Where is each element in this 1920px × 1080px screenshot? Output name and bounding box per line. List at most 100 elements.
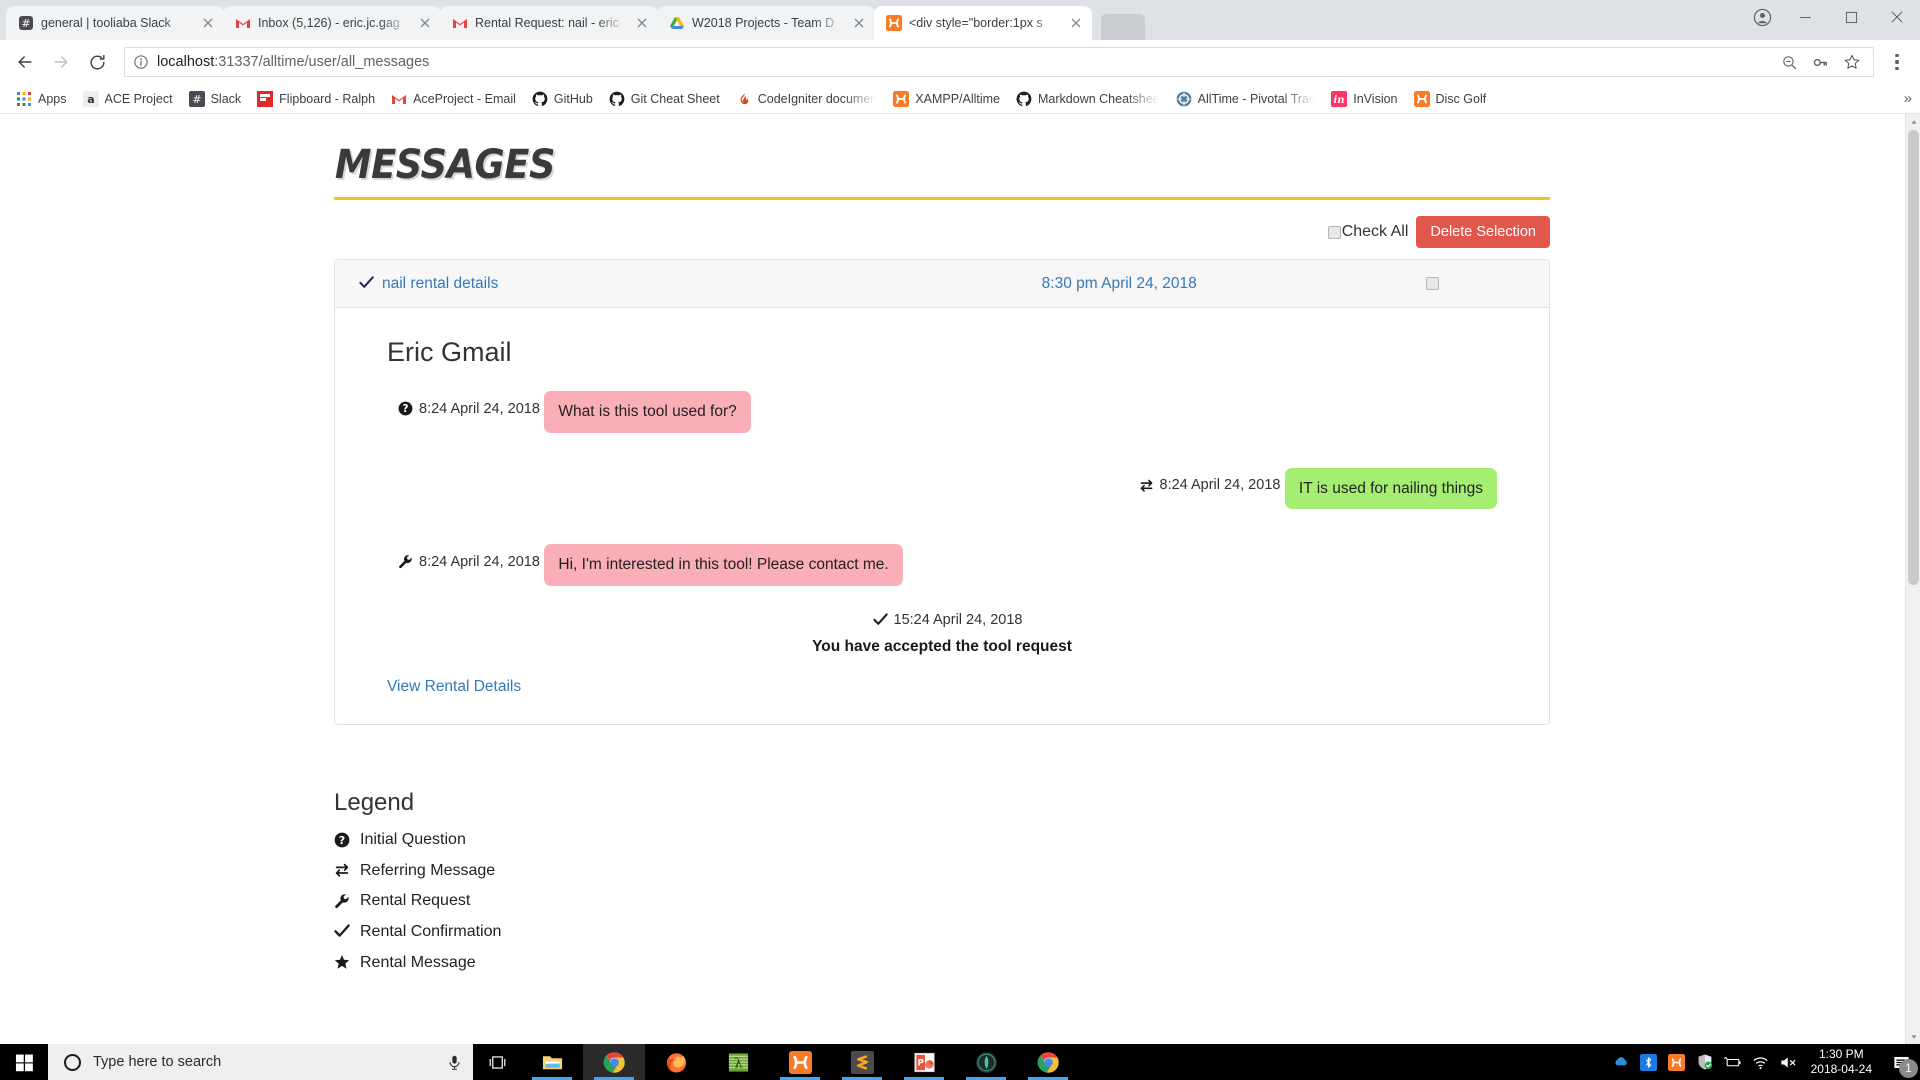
taskbar-powerpoint[interactable]: P bbox=[893, 1044, 955, 1080]
taskbar-file-explorer[interactable] bbox=[521, 1044, 583, 1080]
bookmark-xampp-alltime[interactable]: XAMPP/Alltime bbox=[885, 88, 1008, 110]
exchange-icon bbox=[1139, 478, 1154, 493]
page-scrollbar[interactable] bbox=[1905, 114, 1920, 1044]
legend-section: Legend ? Initial Question Referring Mess… bbox=[334, 787, 1550, 971]
close-icon[interactable] bbox=[417, 15, 433, 31]
xampp-icon[interactable] bbox=[1663, 1044, 1691, 1080]
windows-defender-icon[interactable] bbox=[1691, 1044, 1719, 1080]
battery-icon[interactable] bbox=[1719, 1044, 1747, 1080]
timestamp-text: 8:24 April 24, 2018 bbox=[1159, 477, 1281, 494]
forward-icon[interactable] bbox=[44, 45, 78, 79]
bookmark-alltime-pivotal-tracker[interactable]: AllTime - Pivotal Trac bbox=[1168, 88, 1324, 110]
conversation-subject-link[interactable]: nail rental details bbox=[382, 275, 498, 293]
new-tab-button[interactable] bbox=[1101, 14, 1145, 40]
bookmark-label: GitHub bbox=[553, 91, 593, 106]
bookmark-aceproject-email[interactable]: AceProject - Email bbox=[383, 88, 524, 110]
taskbar-chrome-active[interactable] bbox=[583, 1044, 645, 1080]
bookmark-flipboard[interactable]: Flipboard - Ralph bbox=[249, 88, 383, 110]
close-icon[interactable] bbox=[200, 15, 216, 31]
chrome-menu-icon[interactable] bbox=[1882, 53, 1912, 71]
close-icon[interactable] bbox=[634, 15, 650, 31]
volume-muted-icon[interactable] bbox=[1775, 1044, 1803, 1080]
close-icon[interactable] bbox=[1068, 15, 1084, 31]
bookmark-label: Disc Golf bbox=[1435, 91, 1487, 106]
legend-label: Referring Message bbox=[360, 861, 496, 879]
search-input[interactable]: Type here to search bbox=[48, 1044, 473, 1080]
bookmark-label: Git Cheat Sheet bbox=[630, 91, 720, 106]
page-title: MESSAGES bbox=[334, 142, 556, 188]
check-icon bbox=[359, 275, 374, 293]
github-icon bbox=[532, 91, 548, 107]
view-rental-details-link[interactable]: View Rental Details bbox=[387, 678, 521, 696]
zoom-out-icon[interactable] bbox=[1781, 54, 1798, 71]
gmail-icon bbox=[391, 91, 407, 107]
bluetooth-icon[interactable] bbox=[1635, 1044, 1663, 1080]
bookmark-ace-project[interactable]: a ACE Project bbox=[75, 88, 181, 110]
svg-text:P: P bbox=[917, 1058, 923, 1068]
tab-title: Inbox (5,126) - eric.jc.gag bbox=[258, 16, 400, 30]
title-underline bbox=[334, 197, 1550, 200]
message-card-body: Eric Gmail ? 8:24 April 24, 2018 What is… bbox=[335, 308, 1549, 724]
reload-icon[interactable] bbox=[80, 45, 114, 79]
taskbar-xampp[interactable] bbox=[769, 1044, 831, 1080]
address-bar[interactable]: localhost:31337/alltime/user/all_message… bbox=[124, 47, 1874, 77]
cortana-circle-icon bbox=[64, 1053, 81, 1071]
password-key-icon[interactable] bbox=[1812, 54, 1829, 71]
taskbar-firefox[interactable] bbox=[645, 1044, 707, 1080]
bookmarks-overflow-icon[interactable]: » bbox=[1904, 90, 1912, 107]
scroll-down-arrow-icon[interactable] bbox=[1906, 1029, 1920, 1044]
notification-center-button[interactable]: 1 bbox=[1884, 1044, 1918, 1080]
legend-item-initial-question: ? Initial Question bbox=[334, 831, 1550, 849]
scroll-up-arrow-icon[interactable] bbox=[1906, 114, 1920, 129]
browser-tab-inbox[interactable]: Inbox (5,126) - eric.jc.gag bbox=[223, 6, 441, 40]
taskbar-clock[interactable]: 1:30 PM 2018-04-24 bbox=[1803, 1044, 1884, 1080]
slack-icon: # bbox=[18, 15, 34, 31]
messages-toolbar: Check All Delete Selection bbox=[334, 215, 1550, 249]
bookmark-label: Markdown Cheatshee bbox=[1038, 91, 1160, 106]
github-icon bbox=[1016, 91, 1032, 107]
start-icon[interactable] bbox=[0, 1044, 48, 1080]
info-circle-icon[interactable] bbox=[133, 54, 149, 70]
system-tray: 1:30 PM 2018-04-24 1 bbox=[1607, 1044, 1920, 1080]
bookmark-label: Apps bbox=[38, 91, 67, 106]
back-icon[interactable] bbox=[8, 45, 42, 79]
onedrive-icon[interactable] bbox=[1607, 1044, 1635, 1080]
task-view-icon[interactable] bbox=[473, 1044, 521, 1080]
browser-tab-slack[interactable]: # general | tooliaba Slack bbox=[6, 6, 224, 40]
maximize-icon[interactable] bbox=[1828, 0, 1874, 34]
check-icon bbox=[334, 923, 351, 940]
microphone-icon[interactable] bbox=[446, 1054, 463, 1071]
scrollbar-thumb[interactable] bbox=[1908, 130, 1919, 585]
svg-text:in: in bbox=[1334, 95, 1345, 106]
legend-label: Rental Request bbox=[360, 892, 471, 910]
bookmark-git-cheat-sheet[interactable]: Git Cheat Sheet bbox=[601, 88, 728, 110]
conversation-select-checkbox[interactable] bbox=[1426, 277, 1439, 290]
wifi-icon[interactable] bbox=[1747, 1044, 1775, 1080]
bookmark-disc-golf[interactable]: Disc Golf bbox=[1406, 88, 1495, 110]
browser-tab-rental-request[interactable]: Rental Request: nail - eric bbox=[440, 6, 658, 40]
taskbar-lambda-editor[interactable]: λ bbox=[707, 1044, 769, 1080]
close-icon[interactable] bbox=[1874, 0, 1920, 34]
bookmark-invision[interactable]: in InVision bbox=[1323, 88, 1405, 110]
delete-selection-button[interactable]: Delete Selection bbox=[1416, 215, 1550, 249]
message-card: nail rental details 8:30 pm April 24, 20… bbox=[334, 259, 1550, 726]
taskbar-sublime-text[interactable] bbox=[831, 1044, 893, 1080]
bookmark-markdown-cheatsheet[interactable]: Markdown Cheatshee bbox=[1008, 88, 1168, 110]
taskbar-chrome-second[interactable] bbox=[1017, 1044, 1079, 1080]
bookmark-codeigniter[interactable]: CodeIgniter documen bbox=[728, 88, 886, 110]
bookmark-slack[interactable]: # Slack bbox=[181, 88, 250, 110]
browser-tab-active-xampp[interactable]: <div style="border:1px s bbox=[874, 6, 1092, 40]
message-timestamp: 8:24 April 24, 2018 bbox=[1139, 477, 1281, 494]
gmail-icon bbox=[235, 15, 251, 31]
close-icon[interactable] bbox=[851, 15, 867, 31]
bookmark-star-icon[interactable] bbox=[1843, 53, 1861, 71]
minimize-icon[interactable] bbox=[1782, 0, 1828, 34]
taskbar-dark-circle-app[interactable] bbox=[955, 1044, 1017, 1080]
tab-title: Rental Request: nail - eric bbox=[475, 16, 619, 30]
profile-icon[interactable] bbox=[1742, 0, 1782, 34]
check-all-checkbox[interactable] bbox=[1327, 225, 1341, 239]
message-row-initial-question: ? 8:24 April 24, 2018 What is this tool … bbox=[387, 384, 1497, 433]
bookmark-github[interactable]: GitHub bbox=[524, 88, 601, 110]
bookmark-apps[interactable]: Apps bbox=[8, 88, 75, 110]
browser-tab-w2018-projects[interactable]: W2018 Projects - Team D bbox=[657, 6, 875, 40]
